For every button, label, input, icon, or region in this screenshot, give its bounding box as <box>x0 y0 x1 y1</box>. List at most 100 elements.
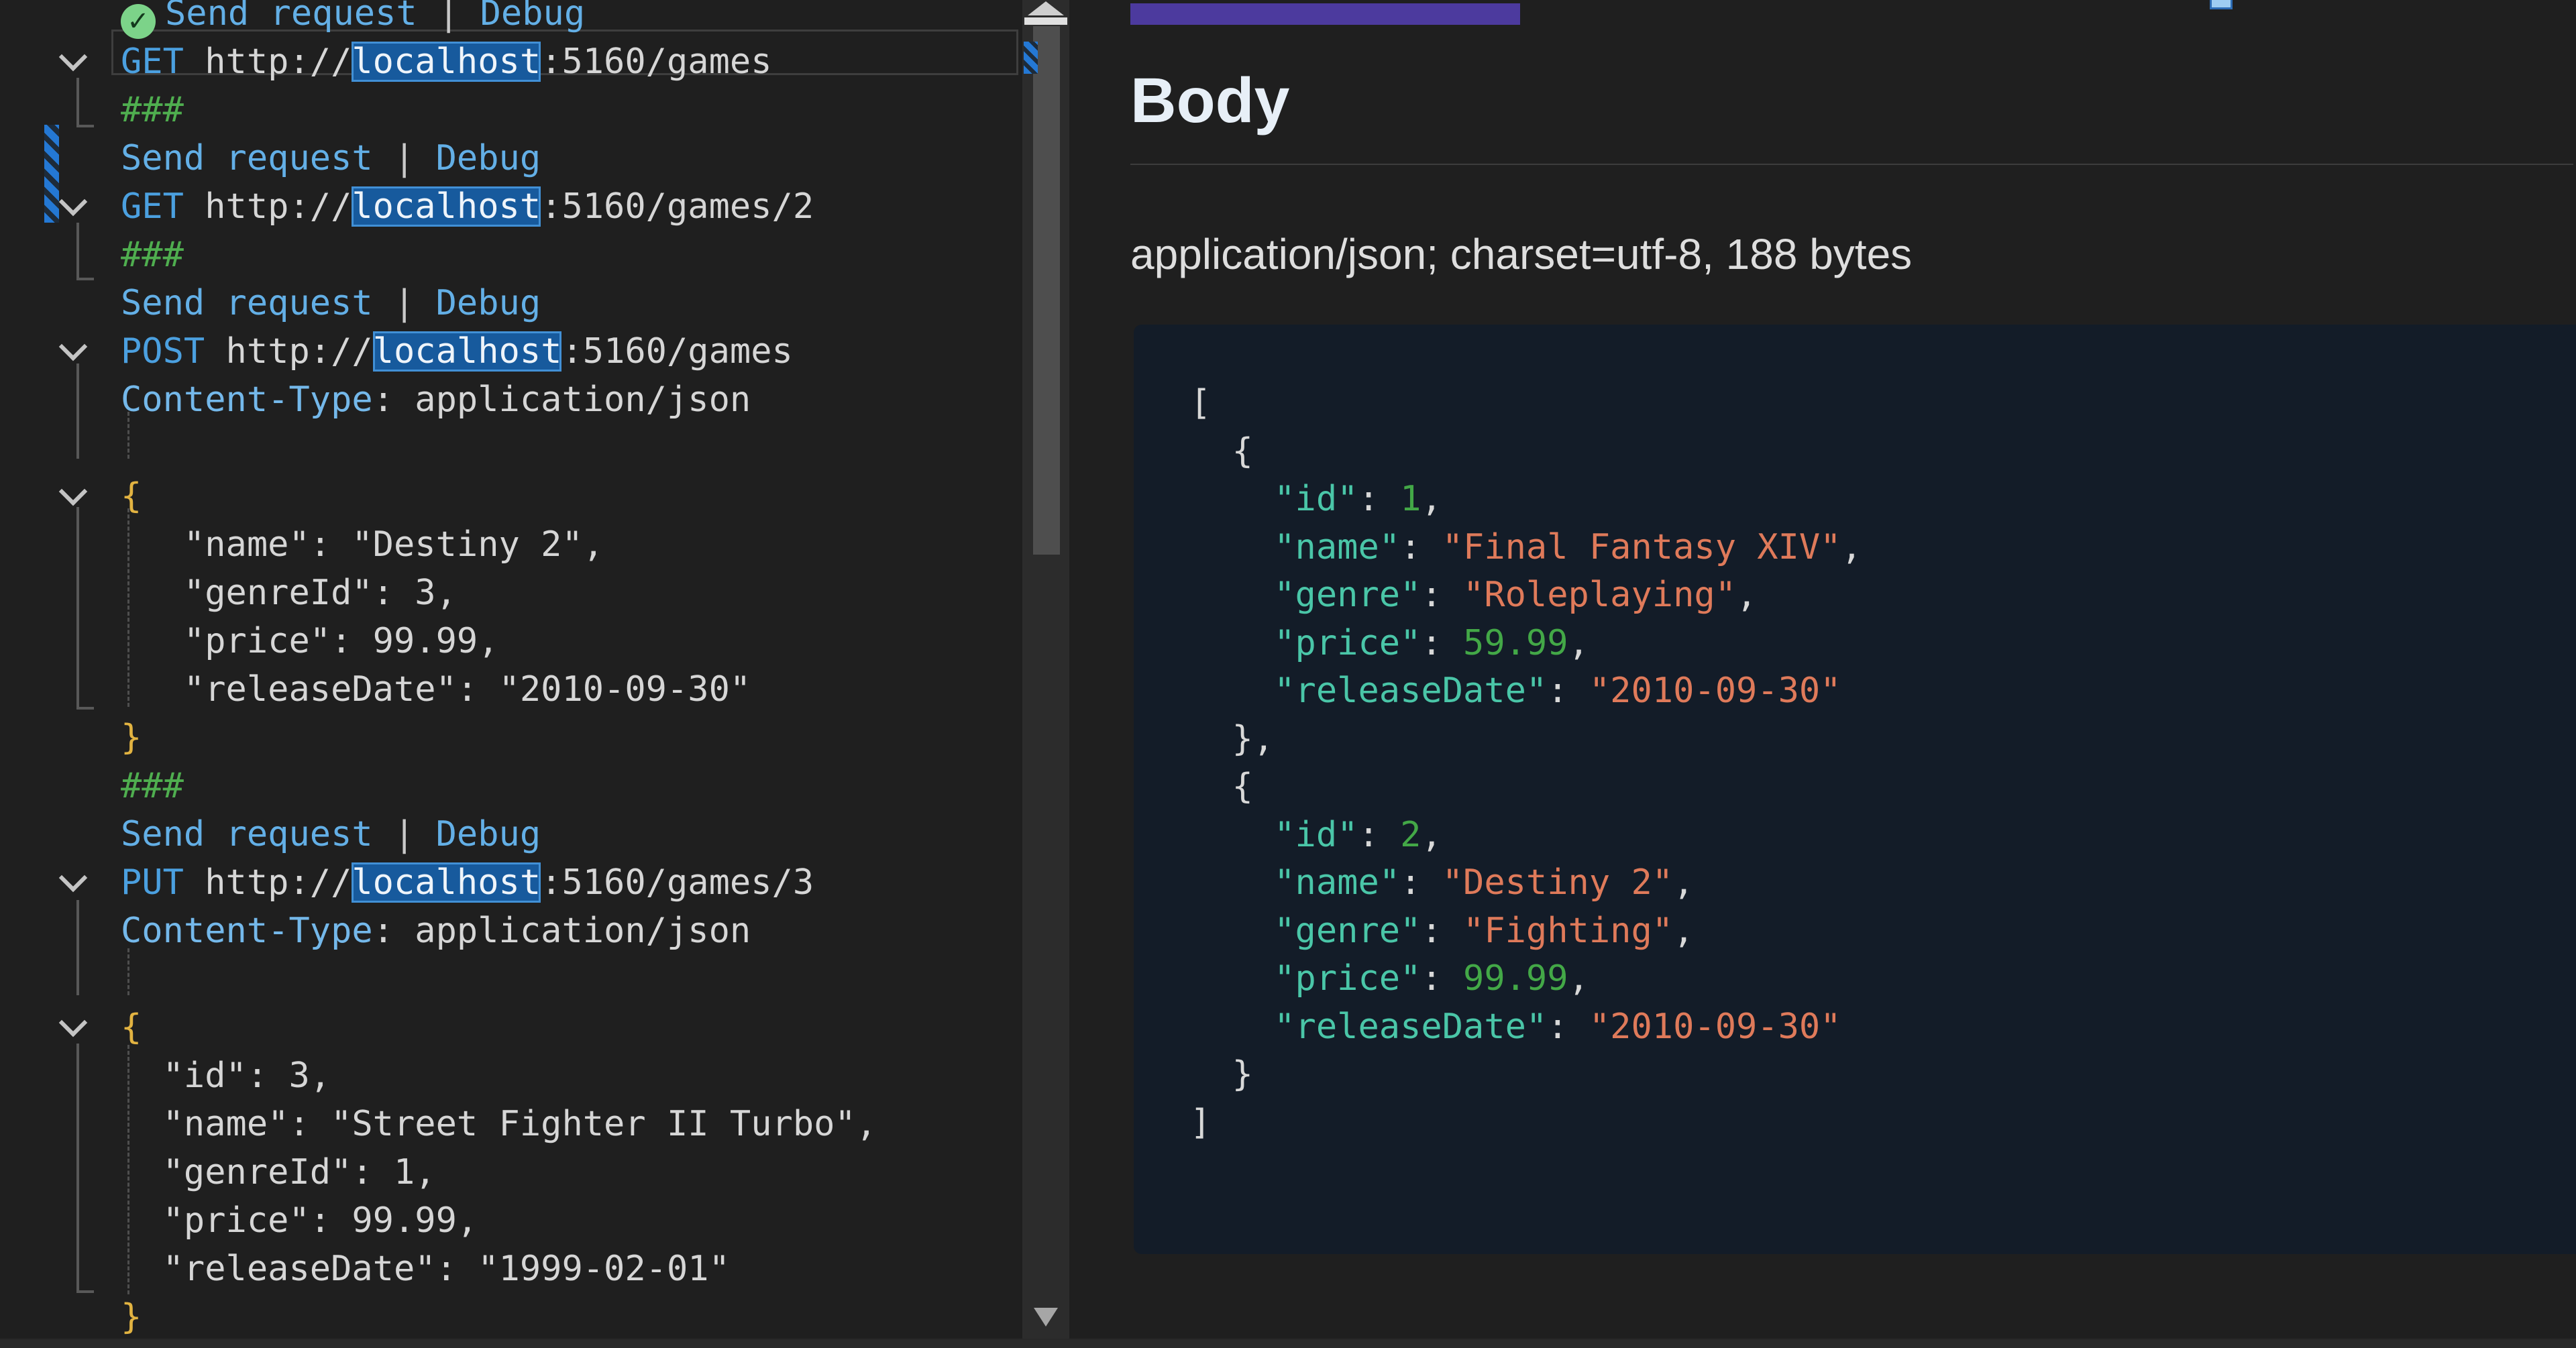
clipped-button[interactable] <box>2210 0 2233 9</box>
code-line[interactable]: } <box>121 714 1022 762</box>
json-punctuation: } <box>1190 1054 1253 1094</box>
code-line[interactable]: { <box>121 472 1022 520</box>
json-punctuation <box>1190 1007 1274 1047</box>
json-punctuation: { <box>1190 767 1253 807</box>
code-text: "price": 99.99, <box>121 621 499 661</box>
header-name: Content-Type <box>121 911 373 951</box>
fold-guide <box>76 507 94 710</box>
localhost-word-highlight: localhost <box>352 862 541 903</box>
code-line[interactable]: "releaseDate": "1999-02-01" <box>121 1245 1022 1293</box>
send-request-link[interactable]: Send request <box>121 138 373 178</box>
heading-divider <box>1130 164 2573 165</box>
indent-guide <box>127 1045 129 1294</box>
code-text: :5160/games/2 <box>541 186 814 227</box>
json-punctuation: : <box>1358 479 1400 519</box>
code-line[interactable]: ### <box>121 231 1022 279</box>
json-punctuation <box>1190 911 1274 951</box>
json-punctuation: , <box>1673 911 1694 951</box>
chevron-down-icon[interactable] <box>59 1009 87 1037</box>
json-key: "releaseDate" <box>1274 671 1547 711</box>
code-line[interactable]: Content-Type: application/json <box>121 907 1022 955</box>
debug-link[interactable]: Debug <box>480 0 586 34</box>
http-file-editor[interactable]: ✓Send request | DebugGET http://localhos… <box>121 0 1022 1341</box>
json-key: "id" <box>1274 479 1358 519</box>
code-text: "price": 99.99, <box>121 1200 478 1241</box>
response-line: "id": 1, <box>1190 475 1862 524</box>
code-line[interactable]: "name": "Destiny 2", <box>121 520 1022 569</box>
json-number-value: 99.99 <box>1463 958 1568 999</box>
code-line[interactable]: "genreId": 1, <box>121 1148 1022 1196</box>
request-delimiter: ### <box>121 766 184 806</box>
json-punctuation: : <box>1547 671 1589 711</box>
code-line[interactable]: PUT http://localhost:5160/games/3 <box>121 858 1022 907</box>
indent-guide <box>127 412 129 459</box>
chevron-down-icon[interactable] <box>59 188 87 216</box>
request-delimiter: ### <box>121 90 184 130</box>
json-punctuation: : <box>1421 911 1463 951</box>
code-line[interactable]: Send request | Debug <box>121 279 1022 327</box>
json-punctuation <box>1190 862 1274 903</box>
json-string-value: "2010-09-30" <box>1589 671 1841 711</box>
indent-guide <box>127 508 129 707</box>
response-line: "price": 99.99, <box>1190 955 1862 1003</box>
brace: { <box>121 476 142 516</box>
code-line[interactable]: "price": 99.99, <box>121 1196 1022 1245</box>
json-key: "genre" <box>1274 911 1421 951</box>
code-line[interactable]: GET http://localhost:5160/games <box>121 38 1022 86</box>
code-line[interactable]: ### <box>121 762 1022 810</box>
code-text: : application/json <box>373 380 751 420</box>
json-punctuation: }, <box>1190 719 1274 759</box>
code-line[interactable]: } <box>121 1293 1022 1341</box>
triangle-down-icon[interactable] <box>1034 1308 1058 1327</box>
send-request-link[interactable]: Send request <box>121 814 373 854</box>
code-line[interactable]: "id": 3, <box>121 1052 1022 1100</box>
chevron-down-icon[interactable] <box>59 864 87 892</box>
json-punctuation <box>1190 671 1274 711</box>
code-line[interactable]: Send request | Debug <box>121 134 1022 182</box>
code-line[interactable]: Send request | Debug <box>121 810 1022 858</box>
code-line[interactable]: Content-Type: application/json <box>121 376 1022 424</box>
code-line[interactable]: GET http://localhost:5160/games/2 <box>121 182 1022 231</box>
code-text: "genreId": 3, <box>121 573 457 613</box>
code-line[interactable]: "genreId": 3, <box>121 569 1022 617</box>
chevron-down-icon[interactable] <box>59 43 87 71</box>
json-punctuation: , <box>1421 815 1442 855</box>
code-line[interactable]: ### <box>121 86 1022 134</box>
triangle-up-icon[interactable] <box>1028 1 1064 15</box>
http-method: POST <box>121 331 205 372</box>
json-punctuation: ] <box>1190 1103 1211 1143</box>
chevron-down-icon[interactable] <box>59 333 87 361</box>
json-key: "name" <box>1274 527 1400 567</box>
fold-guide <box>76 900 94 995</box>
code-line[interactable] <box>121 424 1022 472</box>
debug-link[interactable]: Debug <box>436 283 541 323</box>
code-line[interactable]: { <box>121 1003 1022 1052</box>
code-text: :5160/games <box>541 42 771 82</box>
json-punctuation: , <box>1736 575 1757 615</box>
chevron-down-icon[interactable] <box>59 478 87 506</box>
json-string-value: "Roleplaying" <box>1463 575 1736 615</box>
localhost-word-highlight: localhost <box>352 186 541 227</box>
json-punctuation: : <box>1421 575 1463 615</box>
code-text: "name": "Destiny 2", <box>121 524 604 565</box>
horizontal-scrollbar[interactable] <box>0 1339 2576 1348</box>
send-request-link[interactable]: Send request <box>165 0 417 34</box>
code-line[interactable]: "name": "Street Fighter II Turbo", <box>121 1100 1022 1148</box>
link-separator: | <box>373 814 436 854</box>
response-line: "releaseDate": "2010-09-30" <box>1190 1003 1862 1052</box>
localhost-word-highlight: localhost <box>373 331 562 372</box>
send-request-link[interactable]: Send request <box>121 283 373 323</box>
code-line[interactable] <box>121 955 1022 1003</box>
scrollbar-thumb[interactable] <box>1033 26 1060 555</box>
debug-link[interactable]: Debug <box>436 138 541 178</box>
fold-guide <box>76 78 94 127</box>
code-line[interactable]: "price": 99.99, <box>121 617 1022 665</box>
link-separator: | <box>373 283 436 323</box>
code-text: :5160/games/3 <box>541 862 814 903</box>
debug-link[interactable]: Debug <box>436 814 541 854</box>
code-line[interactable]: POST http://localhost:5160/games <box>121 327 1022 376</box>
code-line[interactable]: ✓Send request | Debug <box>121 0 1022 38</box>
json-punctuation <box>1190 958 1274 999</box>
code-line[interactable]: "releaseDate": "2010-09-30" <box>121 665 1022 714</box>
json-punctuation: : <box>1421 958 1463 999</box>
